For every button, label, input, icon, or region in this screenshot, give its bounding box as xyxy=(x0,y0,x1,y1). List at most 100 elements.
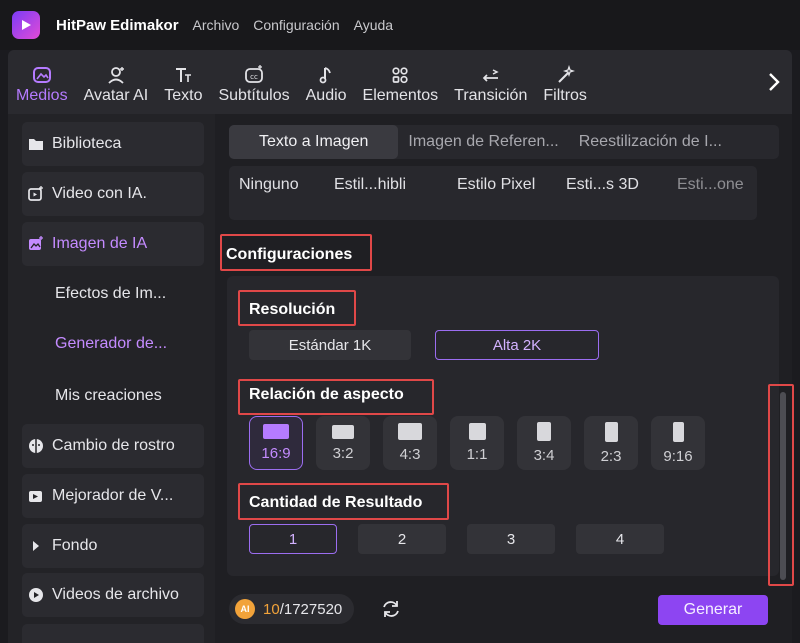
settings-card: Resolución Estándar 1K Alta 2K Relación … xyxy=(227,276,779,576)
quantity-option-1[interactable]: 1 xyxy=(249,524,337,554)
menu-archivo[interactable]: Archivo xyxy=(193,17,240,33)
title-bar: HitPaw Edimakor Archivo Configuración Ay… xyxy=(0,0,800,50)
media-icon xyxy=(32,59,52,85)
style-option-pixel[interactable]: Estilo Pixel xyxy=(457,176,535,194)
quantity-option-4[interactable]: 4 xyxy=(576,524,664,554)
generate-button[interactable]: Generar xyxy=(658,595,768,625)
aspect-ratio-16-9[interactable]: 16:9 xyxy=(249,416,303,470)
menu-ayuda[interactable]: Ayuda xyxy=(354,17,393,33)
tab-imagen-referencia[interactable]: Imagen de Referen... xyxy=(398,125,568,159)
ai-video-icon xyxy=(28,186,44,202)
style-option-ghibli[interactable]: Estil...hibli xyxy=(334,176,406,194)
ratio-label: 3:2 xyxy=(332,444,354,462)
sidebar-item-mejorador[interactable]: Mejorador de V... xyxy=(22,474,204,518)
ratio-shape-icon xyxy=(604,421,618,442)
tool-label: Audio xyxy=(305,87,347,104)
tool-texto[interactable]: Texto xyxy=(156,50,210,114)
aspect-ratio-4-3[interactable]: 4:3 xyxy=(383,416,437,470)
aspect-ratio-9-16[interactable]: 9:16 xyxy=(651,416,705,470)
aspect-ratio-1-1[interactable]: 1:1 xyxy=(450,416,504,470)
tool-label: Elementos xyxy=(362,87,439,104)
sidebar: Biblioteca Video con IA. Imagen de IA Ef… xyxy=(8,114,215,643)
quantity-option-2[interactable]: 2 xyxy=(358,524,446,554)
aspect-ratio-3-4[interactable]: 3:4 xyxy=(517,416,571,470)
sidebar-item-label: Biblioteca xyxy=(52,135,122,152)
sidebar-item-label: Imagen de IA xyxy=(52,235,148,252)
style-option-3d[interactable]: Esti...s 3D xyxy=(566,176,639,194)
tool-filtros[interactable]: Filtros xyxy=(535,50,595,114)
section-title-configuraciones: Configuraciones xyxy=(226,246,353,263)
tool-transicion[interactable]: Transición xyxy=(446,50,535,114)
sidebar-subitem-mis-creaciones[interactable]: Mis creaciones xyxy=(55,387,162,405)
tab-texto-a-imagen[interactable]: Texto a Imagen xyxy=(229,125,399,159)
sidebar-item-label: Fondo xyxy=(52,537,98,554)
main-panel: Texto a Imagen Imagen de Referen... Rees… xyxy=(215,114,794,643)
face-swap-icon xyxy=(28,438,44,454)
sidebar-item-fondo[interactable]: Fondo xyxy=(22,524,204,568)
ratio-shape-icon xyxy=(468,423,486,440)
text-icon xyxy=(173,59,193,85)
sidebar-item-videos-archivo[interactable]: Videos de archivo xyxy=(22,573,204,617)
caret-right-icon xyxy=(28,538,44,554)
style-option-ninguno[interactable]: Ninguno xyxy=(239,176,299,194)
tool-avatar-ai[interactable]: Avatar AI xyxy=(76,50,157,114)
tool-label: Texto xyxy=(164,87,203,104)
ratio-shape-icon xyxy=(672,421,684,442)
tool-label: Medios xyxy=(16,87,68,104)
tool-audio[interactable]: Audio xyxy=(298,50,355,114)
sidebar-item-video-ia[interactable]: Video con IA. xyxy=(22,172,204,216)
audio-icon xyxy=(316,59,336,85)
menu-configuracion[interactable]: Configuración xyxy=(253,17,339,33)
elements-icon xyxy=(390,59,410,85)
style-options-strip: Ninguno Estil...hibli Estilo Pixel Esti.… xyxy=(229,166,757,220)
tool-medios[interactable]: Medios xyxy=(8,50,76,114)
tool-label: Subtítulos xyxy=(218,87,290,104)
stock-video-icon xyxy=(28,587,44,603)
ratio-label: 2:3 xyxy=(600,447,622,465)
enhancer-icon xyxy=(28,488,44,504)
sidebar-subitem-efectos[interactable]: Efectos de Im... xyxy=(55,285,166,303)
tool-subtitulos[interactable]: cc Subtítulos xyxy=(210,50,297,114)
generator-tabs: Texto a Imagen Imagen de Referen... Rees… xyxy=(229,125,779,159)
sidebar-item-label: Video con IA. xyxy=(52,185,147,202)
avatar-icon xyxy=(106,59,126,85)
resolution-standard-1k-button[interactable]: Estándar 1K xyxy=(249,330,411,360)
resolution-high-2k-button[interactable]: Alta 2K xyxy=(435,330,599,360)
sidebar-item-label: Cambio de rostro xyxy=(52,437,175,454)
credits-total: /1727520 xyxy=(279,600,343,618)
quantity-option-3[interactable]: 3 xyxy=(467,524,555,554)
sidebar-item-imagen-ia[interactable]: Imagen de IA xyxy=(22,222,204,266)
highlight-box xyxy=(768,384,794,586)
ratio-shape-icon xyxy=(537,422,551,441)
credits-used: 10 xyxy=(263,600,280,618)
tool-elementos[interactable]: Elementos xyxy=(355,50,447,114)
svg-text:cc: cc xyxy=(250,73,258,81)
tab-reestilizacion[interactable]: Reestilización de I... xyxy=(569,125,732,159)
chevron-right-icon[interactable] xyxy=(764,68,784,96)
aspect-ratio-3-2[interactable]: 3:2 xyxy=(316,416,370,470)
sidebar-item-cambio-rostro[interactable]: Cambio de rostro xyxy=(22,424,204,468)
tool-label: Filtros xyxy=(543,87,587,104)
style-option-more[interactable]: Esti...one xyxy=(677,176,744,194)
quantity-title: Cantidad de Resultado xyxy=(249,494,423,511)
ratio-label: 9:16 xyxy=(663,447,693,465)
refresh-icon[interactable] xyxy=(380,598,402,620)
credits-badge: AI 10 /1727520 xyxy=(229,594,355,624)
ai-coin-icon: AI xyxy=(235,599,255,619)
aspect-ratio-title: Relación de aspecto xyxy=(249,386,404,403)
ratio-label: 3:4 xyxy=(533,447,555,464)
subtitles-icon: cc xyxy=(244,59,264,85)
app-logo-icon xyxy=(12,11,40,39)
sidebar-item-label: Videos de archivo xyxy=(52,586,179,603)
ratio-label: 4:3 xyxy=(399,446,421,463)
footer-bar: AI 10 /1727520 Generar xyxy=(215,586,792,643)
tool-label: Transición xyxy=(454,87,528,104)
resolution-title: Resolución xyxy=(249,301,336,318)
ratio-shape-icon xyxy=(263,424,289,439)
ratio-label: 1:1 xyxy=(466,446,488,463)
folder-icon xyxy=(28,136,44,152)
sidebar-subitem-generador[interactable]: Generador de... xyxy=(55,335,167,353)
sidebar-item-biblioteca[interactable]: Biblioteca xyxy=(22,122,204,166)
aspect-ratio-2-3[interactable]: 2:3 xyxy=(584,416,638,470)
sidebar-item-more[interactable] xyxy=(22,624,204,643)
